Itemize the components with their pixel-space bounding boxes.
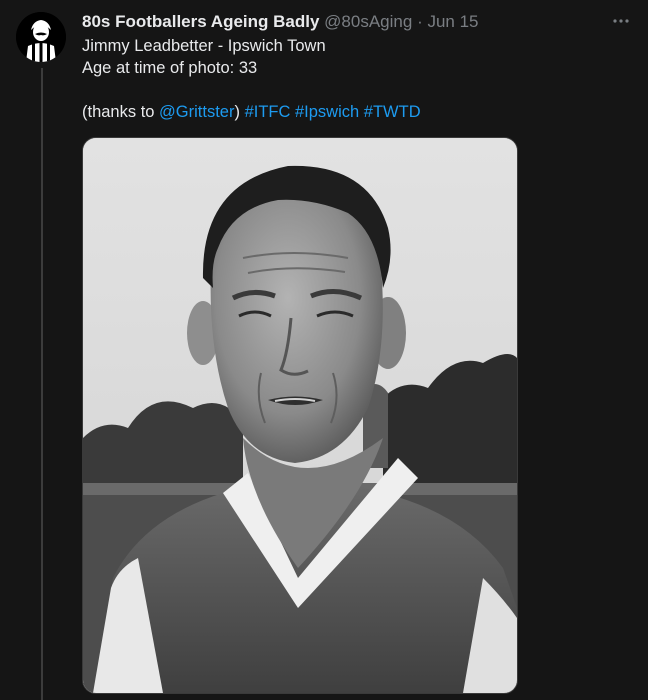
tweet-line-player: Jimmy Leadbetter - Ipswich Town bbox=[82, 37, 326, 55]
tweet-line-age: Age at time of photo: 33 bbox=[82, 59, 258, 77]
header-separator: · bbox=[417, 12, 423, 31]
tweet-photo[interactable] bbox=[82, 137, 518, 694]
more-button[interactable] bbox=[610, 10, 632, 32]
author-handle[interactable]: @80sAging bbox=[324, 12, 412, 31]
thread-line bbox=[41, 68, 43, 700]
tweet-line-thanks: (thanks to @Grittster) #ITFC #Ipswich #T… bbox=[82, 101, 608, 123]
thanks-prefix: (thanks to bbox=[82, 103, 160, 121]
hashtag-link[interactable]: #TWTD bbox=[364, 103, 421, 121]
hashtag-link[interactable]: #Ipswich bbox=[295, 103, 359, 121]
footballer-avatar-icon bbox=[16, 12, 66, 62]
footballer-portrait-photo bbox=[83, 138, 517, 693]
tweet-date[interactable]: Jun 15 bbox=[427, 12, 478, 31]
avatar[interactable] bbox=[16, 12, 66, 62]
mention-link[interactable]: @Grittster bbox=[159, 103, 234, 121]
hashtag-link[interactable]: #ITFC bbox=[245, 103, 291, 121]
author-display-name[interactable]: 80s Footballers Ageing Badly bbox=[82, 12, 319, 31]
more-horizontal-icon bbox=[613, 19, 629, 23]
tweet-header: 80s Footballers Ageing Badly @80sAging ·… bbox=[82, 11, 598, 33]
tweet-card[interactable]: 80s Footballers Ageing Badly @80sAging ·… bbox=[0, 0, 648, 700]
thanks-suffix: ) bbox=[234, 103, 245, 121]
tweet-text: Jimmy Leadbetter - Ipswich Town Age at t… bbox=[82, 35, 608, 123]
